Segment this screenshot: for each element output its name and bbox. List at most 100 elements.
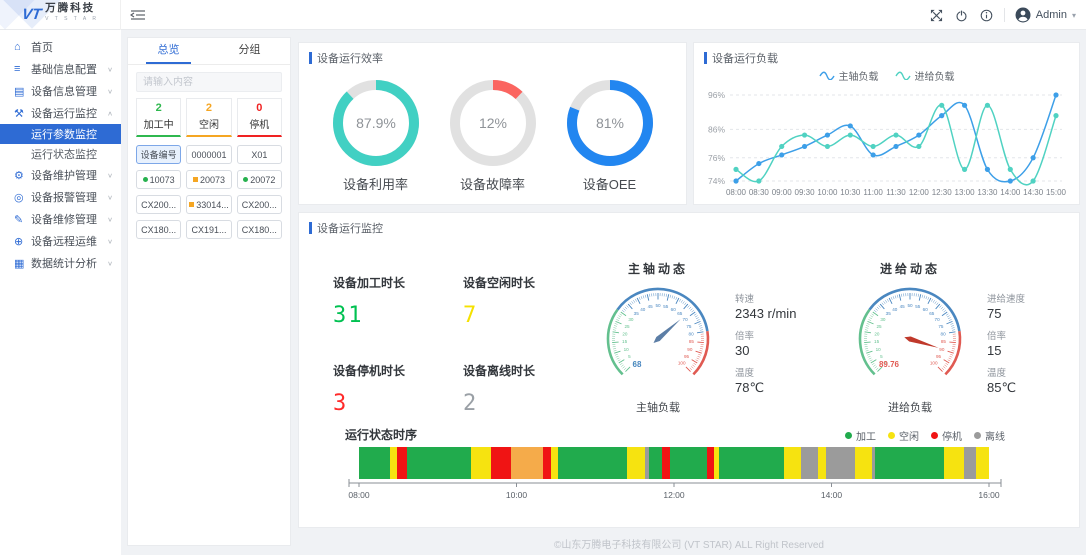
legend-dot-icon [931, 432, 938, 439]
green-dot-icon [243, 177, 248, 182]
device-button[interactable]: 20072 [237, 170, 282, 189]
svg-text:100: 100 [678, 360, 686, 365]
tab-总览[interactable]: 总览 [128, 38, 209, 64]
svg-text:13:30: 13:30 [977, 188, 998, 197]
svg-text:09:30: 09:30 [795, 188, 816, 197]
status-label: 停机 [238, 116, 281, 131]
timeline-segment-停机 [491, 447, 511, 479]
sidebar-item[interactable]: ✎设备维修管理∨ [0, 208, 121, 230]
fullscreen-icon[interactable] [929, 8, 944, 23]
sidebar-item[interactable]: ≡基础信息配置∨ [0, 58, 121, 80]
chevron-up-icon: ∧ [107, 109, 113, 116]
stat-label: 设备空闲时长 [463, 274, 583, 291]
timeline-legend-离线[interactable]: 离线 [974, 428, 1005, 443]
timeline-segment-空闲 [551, 447, 559, 479]
status-count: 2 [187, 102, 230, 114]
user-menu[interactable]: Admin ▾ [1015, 7, 1076, 23]
svg-text:60: 60 [671, 307, 677, 312]
footer-copyright: ©山东万腾电子科技有限公司 (VT STAR) ALL Right Reserv… [298, 536, 1080, 551]
svg-text:45: 45 [648, 304, 654, 309]
svg-text:87.9%: 87.9% [356, 115, 396, 131]
duration-stat: 设备空闲时长7 [463, 274, 583, 328]
sidebar-item[interactable]: ⚙设备维护管理∨ [0, 164, 121, 186]
search-input[interactable] [137, 73, 281, 91]
timeline-segment-停机 [543, 447, 551, 479]
sidebar-item[interactable]: ▦数据统计分析∨ [0, 252, 121, 274]
gauge-info-label: 倍率 [987, 328, 1025, 342]
gauge-info: 进给速度75倍率15温度85℃ [987, 277, 1025, 403]
sidebar-item[interactable]: ⊕设备远程运维∨ [0, 230, 121, 252]
gauge-info-row: 倍率15 [987, 328, 1025, 358]
svg-text:65: 65 [929, 311, 935, 316]
sidebar-collapse-icon[interactable] [130, 8, 146, 22]
timeline-segment-加工 [670, 447, 707, 479]
device-button[interactable]: 设备编号 [136, 145, 181, 164]
device-button[interactable]: CX180... [136, 220, 181, 239]
legend-label: 离线 [985, 428, 1005, 443]
sidebar-item-label: 首页 [31, 39, 113, 55]
tab-分组[interactable]: 分组 [209, 38, 290, 64]
gauge-body: 0510152025303540455055606570758085909510… [583, 277, 829, 403]
gauge-block: 进给动态051015202530354045505560657075808590… [835, 260, 1081, 416]
timeline-legend-停机[interactable]: 停机 [931, 428, 962, 443]
chevron-down-icon: ∨ [107, 215, 113, 222]
device-button[interactable]: X01 [237, 145, 282, 164]
gauge-info-value: 85℃ [987, 380, 1025, 396]
svg-text:15: 15 [622, 339, 628, 344]
sidebar-item[interactable]: ◎设备报警管理∨ [0, 186, 121, 208]
sidebar-item[interactable]: ⌂首页 [0, 36, 121, 58]
legend-dot-icon [974, 432, 981, 439]
orange-square-icon [189, 202, 194, 207]
device-button[interactable]: CX180... [237, 220, 282, 239]
device-button[interactable]: 0000001 [186, 145, 231, 164]
timeline-segment-空闲 [471, 447, 491, 479]
donut-chart: 81%设备OEE [563, 76, 657, 193]
sidebar-subitem[interactable]: 运行参数监控 [0, 124, 121, 144]
info-icon[interactable] [979, 8, 994, 23]
sidebar-subitem[interactable]: 运行状态监控 [0, 144, 121, 164]
sidebar-item[interactable]: ▤设备信息管理∨ [0, 80, 121, 102]
app-root: VT 万腾科技 V T S T A R [0, 0, 1086, 555]
gauge-title: 主轴动态 [583, 260, 733, 277]
status-card: 2空闲 [186, 98, 231, 137]
svg-text:10: 10 [876, 347, 882, 352]
status-card: 2加工中 [136, 98, 181, 137]
sidebar-item-label: 设备维修管理 [31, 211, 107, 227]
green-dot-icon [143, 177, 148, 182]
timeline-segment-加工 [649, 447, 662, 479]
device-button[interactable]: 33014... [186, 195, 231, 214]
svg-text:80: 80 [941, 331, 947, 336]
timeline-legend-空闲[interactable]: 空闲 [888, 428, 919, 443]
device-button[interactable]: CX200... [136, 195, 181, 214]
svg-text:90: 90 [939, 347, 945, 352]
user-caret-icon: ▾ [1072, 11, 1076, 20]
device-button[interactable]: 10073 [136, 170, 181, 189]
legend-item-主轴负载[interactable]: 主轴负载 [819, 68, 879, 83]
svg-text:14:30: 14:30 [1023, 188, 1044, 197]
legend-item-进给负载[interactable]: 进给负载 [895, 68, 955, 83]
chevron-down-icon: ∨ [107, 259, 113, 266]
gauge-info-value: 78℃ [735, 380, 796, 396]
statistics-icon: ▦ [14, 257, 31, 270]
device-button[interactable]: CX191... [186, 220, 231, 239]
gauge-info-row: 温度78℃ [735, 365, 796, 396]
gauge-zone: 主轴动态051015202530354045505560657075808590… [583, 260, 1081, 416]
device-tabs: 总览分组 [128, 38, 290, 65]
timeline-segment-加工 [719, 447, 783, 479]
gauge-title: 进给动态 [835, 260, 985, 277]
timeline-segment-空闲 [976, 447, 989, 479]
stat-label: 设备离线时长 [463, 362, 583, 379]
power-icon[interactable] [954, 8, 969, 23]
sidebar-item[interactable]: ⚒设备运行监控∧ [0, 102, 121, 124]
svg-text:15: 15 [874, 339, 880, 344]
timeline-segment-离线 [964, 447, 976, 479]
stat-value: 3 [333, 391, 463, 416]
load-line-chart: 96%86%76%74%08:0008:3009:0009:3010:0010:… [694, 83, 1079, 205]
timeline-segment-空闲 [511, 447, 543, 479]
donut-title: 设备利用率 [329, 174, 423, 193]
sidebar-menu: ⌂首页≡基础信息配置∨▤设备信息管理∨⚒设备运行监控∧运行参数监控运行状态监控⚙… [0, 30, 121, 555]
device-button[interactable]: 20073 [186, 170, 231, 189]
timeline-legend-加工[interactable]: 加工 [845, 428, 876, 443]
gauge-body: 0510152025303540455055606570758085909510… [835, 277, 1081, 403]
device-button[interactable]: CX200... [237, 195, 282, 214]
